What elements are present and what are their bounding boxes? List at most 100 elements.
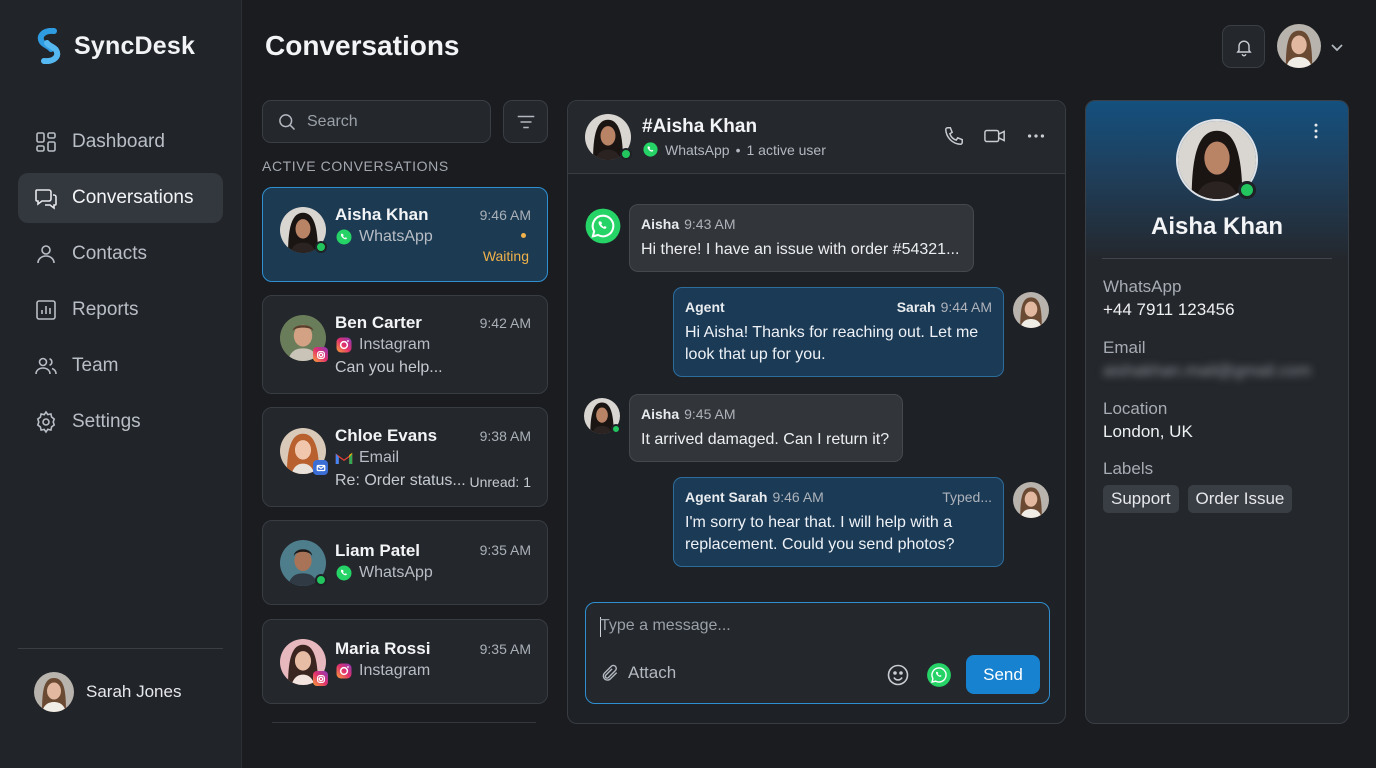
conversation-name: Chloe Evans bbox=[335, 426, 438, 445]
whatsapp-send-channel-button[interactable] bbox=[926, 662, 952, 693]
typing-status: Typed... bbox=[942, 489, 992, 505]
message-input[interactable] bbox=[600, 617, 1030, 635]
channel-label: WhatsApp bbox=[359, 228, 433, 245]
status-badge: Waiting bbox=[482, 248, 529, 264]
profile-divider bbox=[1102, 258, 1332, 259]
online-status-dot bbox=[315, 241, 327, 253]
conversation-item-maria-rossi[interactable]: Maria Rossi 9:35 AM Instagram bbox=[262, 619, 548, 704]
label-chip[interactable]: Support bbox=[1103, 485, 1179, 513]
sidebar-item-label: Dashboard bbox=[72, 131, 165, 152]
instagram-icon bbox=[336, 663, 352, 679]
sidebar-item-dashboard[interactable]: Dashboard bbox=[18, 117, 223, 167]
channel-label: Email bbox=[359, 449, 400, 466]
emoji-button[interactable] bbox=[886, 663, 910, 692]
online-status-dot bbox=[315, 574, 327, 586]
conversation-channel: Email bbox=[335, 449, 399, 467]
conversation-preview: Can you help... bbox=[335, 359, 443, 376]
avatar bbox=[280, 540, 327, 586]
field-value-whatsapp[interactable]: +44 7911 123456 bbox=[1103, 300, 1235, 320]
call-button[interactable] bbox=[943, 125, 965, 147]
send-button[interactable]: Send bbox=[966, 655, 1040, 694]
search-input[interactable] bbox=[307, 112, 477, 131]
contacts-icon bbox=[37, 245, 55, 264]
conversation-time: 9:35 AM bbox=[479, 641, 531, 657]
sidebar-item-conversations[interactable]: Conversations bbox=[18, 173, 223, 223]
unread-count: Unread: 1 bbox=[470, 474, 532, 490]
message-text: Hi there! I have an issue with order #54… bbox=[641, 241, 960, 258]
chat-actions bbox=[943, 125, 1047, 147]
chat-separator: • bbox=[735, 141, 741, 158]
current-user[interactable]: Sarah Jones bbox=[34, 672, 181, 712]
waiting-indicator-dot bbox=[521, 233, 526, 238]
sidebar-item-contacts[interactable]: Contacts bbox=[18, 229, 223, 279]
avatar bbox=[280, 315, 328, 362]
sidebar-item-label: Reports bbox=[72, 299, 139, 320]
channel-label: Instagram bbox=[359, 662, 431, 679]
message-sender: Agent bbox=[685, 299, 725, 315]
whatsapp-icon bbox=[927, 663, 951, 687]
avatar-sarah-icon bbox=[1277, 24, 1321, 68]
dashboard-icon bbox=[36, 132, 56, 152]
settings-icon bbox=[36, 410, 56, 434]
whatsapp-icon bbox=[336, 229, 352, 245]
conversation-channel: WhatsApp bbox=[335, 564, 433, 582]
header-user-avatar[interactable] bbox=[1277, 24, 1321, 68]
video-call-button[interactable] bbox=[983, 125, 1007, 147]
unread-label: Unread: bbox=[469, 474, 520, 490]
search-box[interactable] bbox=[262, 100, 491, 143]
more-options-button[interactable] bbox=[1025, 125, 1047, 147]
list-divider bbox=[272, 722, 536, 723]
sidebar-item-settings[interactable]: Settings bbox=[18, 397, 223, 447]
conversation-item-chloe-evans[interactable]: Chloe Evans 9:38 AM Email Re: Order stat… bbox=[262, 407, 548, 507]
gmail-icon bbox=[335, 452, 353, 464]
chevron-down-icon[interactable] bbox=[1330, 40, 1344, 54]
instagram-badge-icon bbox=[313, 347, 328, 362]
conversation-item-liam-patel[interactable]: Liam Patel 9:35 AM WhatsApp bbox=[262, 520, 548, 605]
field-value-location: London, UK bbox=[1103, 422, 1193, 441]
conversation-name: Aisha Khan bbox=[335, 205, 429, 224]
profile-avatar bbox=[1176, 119, 1258, 201]
conversation-item-ben-carter[interactable]: Ben Carter 9:42 AM Instagram Can you hel… bbox=[262, 295, 548, 394]
conversation-name: Maria Rossi bbox=[335, 639, 431, 658]
instagram-badge-icon bbox=[313, 671, 328, 686]
team-icon bbox=[35, 357, 57, 375]
unread-number: 1 bbox=[523, 474, 531, 490]
attach-button[interactable]: Attach bbox=[600, 663, 676, 683]
field-label-location: Location bbox=[1103, 399, 1168, 418]
label-chip[interactable]: Order Issue bbox=[1187, 485, 1293, 513]
message-time: 9:45 AM bbox=[684, 406, 736, 422]
notifications-button[interactable] bbox=[1222, 25, 1265, 68]
message-agent-meta: Sarah 9:44 AM bbox=[896, 299, 992, 315]
emoji-icon bbox=[887, 664, 909, 686]
active-users: 1 active user bbox=[746, 141, 826, 158]
channel-label: WhatsApp bbox=[359, 564, 433, 581]
message-meta: Aisha 9:43 AM bbox=[641, 215, 962, 233]
profile-name: Aisha Khan bbox=[1150, 213, 1284, 240]
avatar bbox=[280, 428, 328, 475]
message-meta: Agent Sarah 9:46 AM Typed... bbox=[685, 488, 992, 506]
chat-header: #Aisha Khan WhatsApp • 1 active user bbox=[568, 101, 1065, 174]
chat-channel: WhatsApp bbox=[665, 141, 730, 158]
video-camera-icon bbox=[984, 129, 1005, 143]
brand-name: SyncDesk bbox=[74, 31, 196, 60]
conversation-item-aisha-khan[interactable]: Aisha Khan 9:46 AM WhatsApp Waiting bbox=[262, 187, 548, 282]
sidebar-divider bbox=[18, 648, 223, 649]
instagram-icon bbox=[336, 337, 352, 353]
contact-profile-panel: Aisha Khan WhatsApp +44 7911 123456 Emai… bbox=[1085, 100, 1349, 724]
filter-button[interactable] bbox=[503, 100, 548, 143]
message-text: Hi Aisha! Thanks for reaching out. Let m… bbox=[685, 324, 979, 363]
page-title: Conversations bbox=[265, 30, 460, 61]
conversations-icon bbox=[35, 189, 57, 210]
field-value-email[interactable]: aishakhan.mail@gmail.com bbox=[1103, 361, 1311, 381]
more-vertical-icon bbox=[1314, 123, 1318, 139]
sidebar-nav: Dashboard Conversations Contacts Reports bbox=[18, 117, 223, 453]
attach-label: Attach bbox=[628, 663, 677, 682]
conversation-time: 9:42 AM bbox=[479, 315, 531, 331]
message-bubble-outgoing: Agent Sarah 9:46 AM Typed... I'm sorry t… bbox=[673, 477, 1004, 567]
avatar-sarah-icon bbox=[34, 672, 74, 712]
profile-more-button[interactable] bbox=[1306, 121, 1326, 146]
sidebar-item-team[interactable]: Team bbox=[18, 341, 223, 391]
brand[interactable]: SyncDesk bbox=[34, 28, 195, 64]
sidebar-item-reports[interactable]: Reports bbox=[18, 285, 223, 335]
whatsapp-icon bbox=[336, 565, 352, 581]
